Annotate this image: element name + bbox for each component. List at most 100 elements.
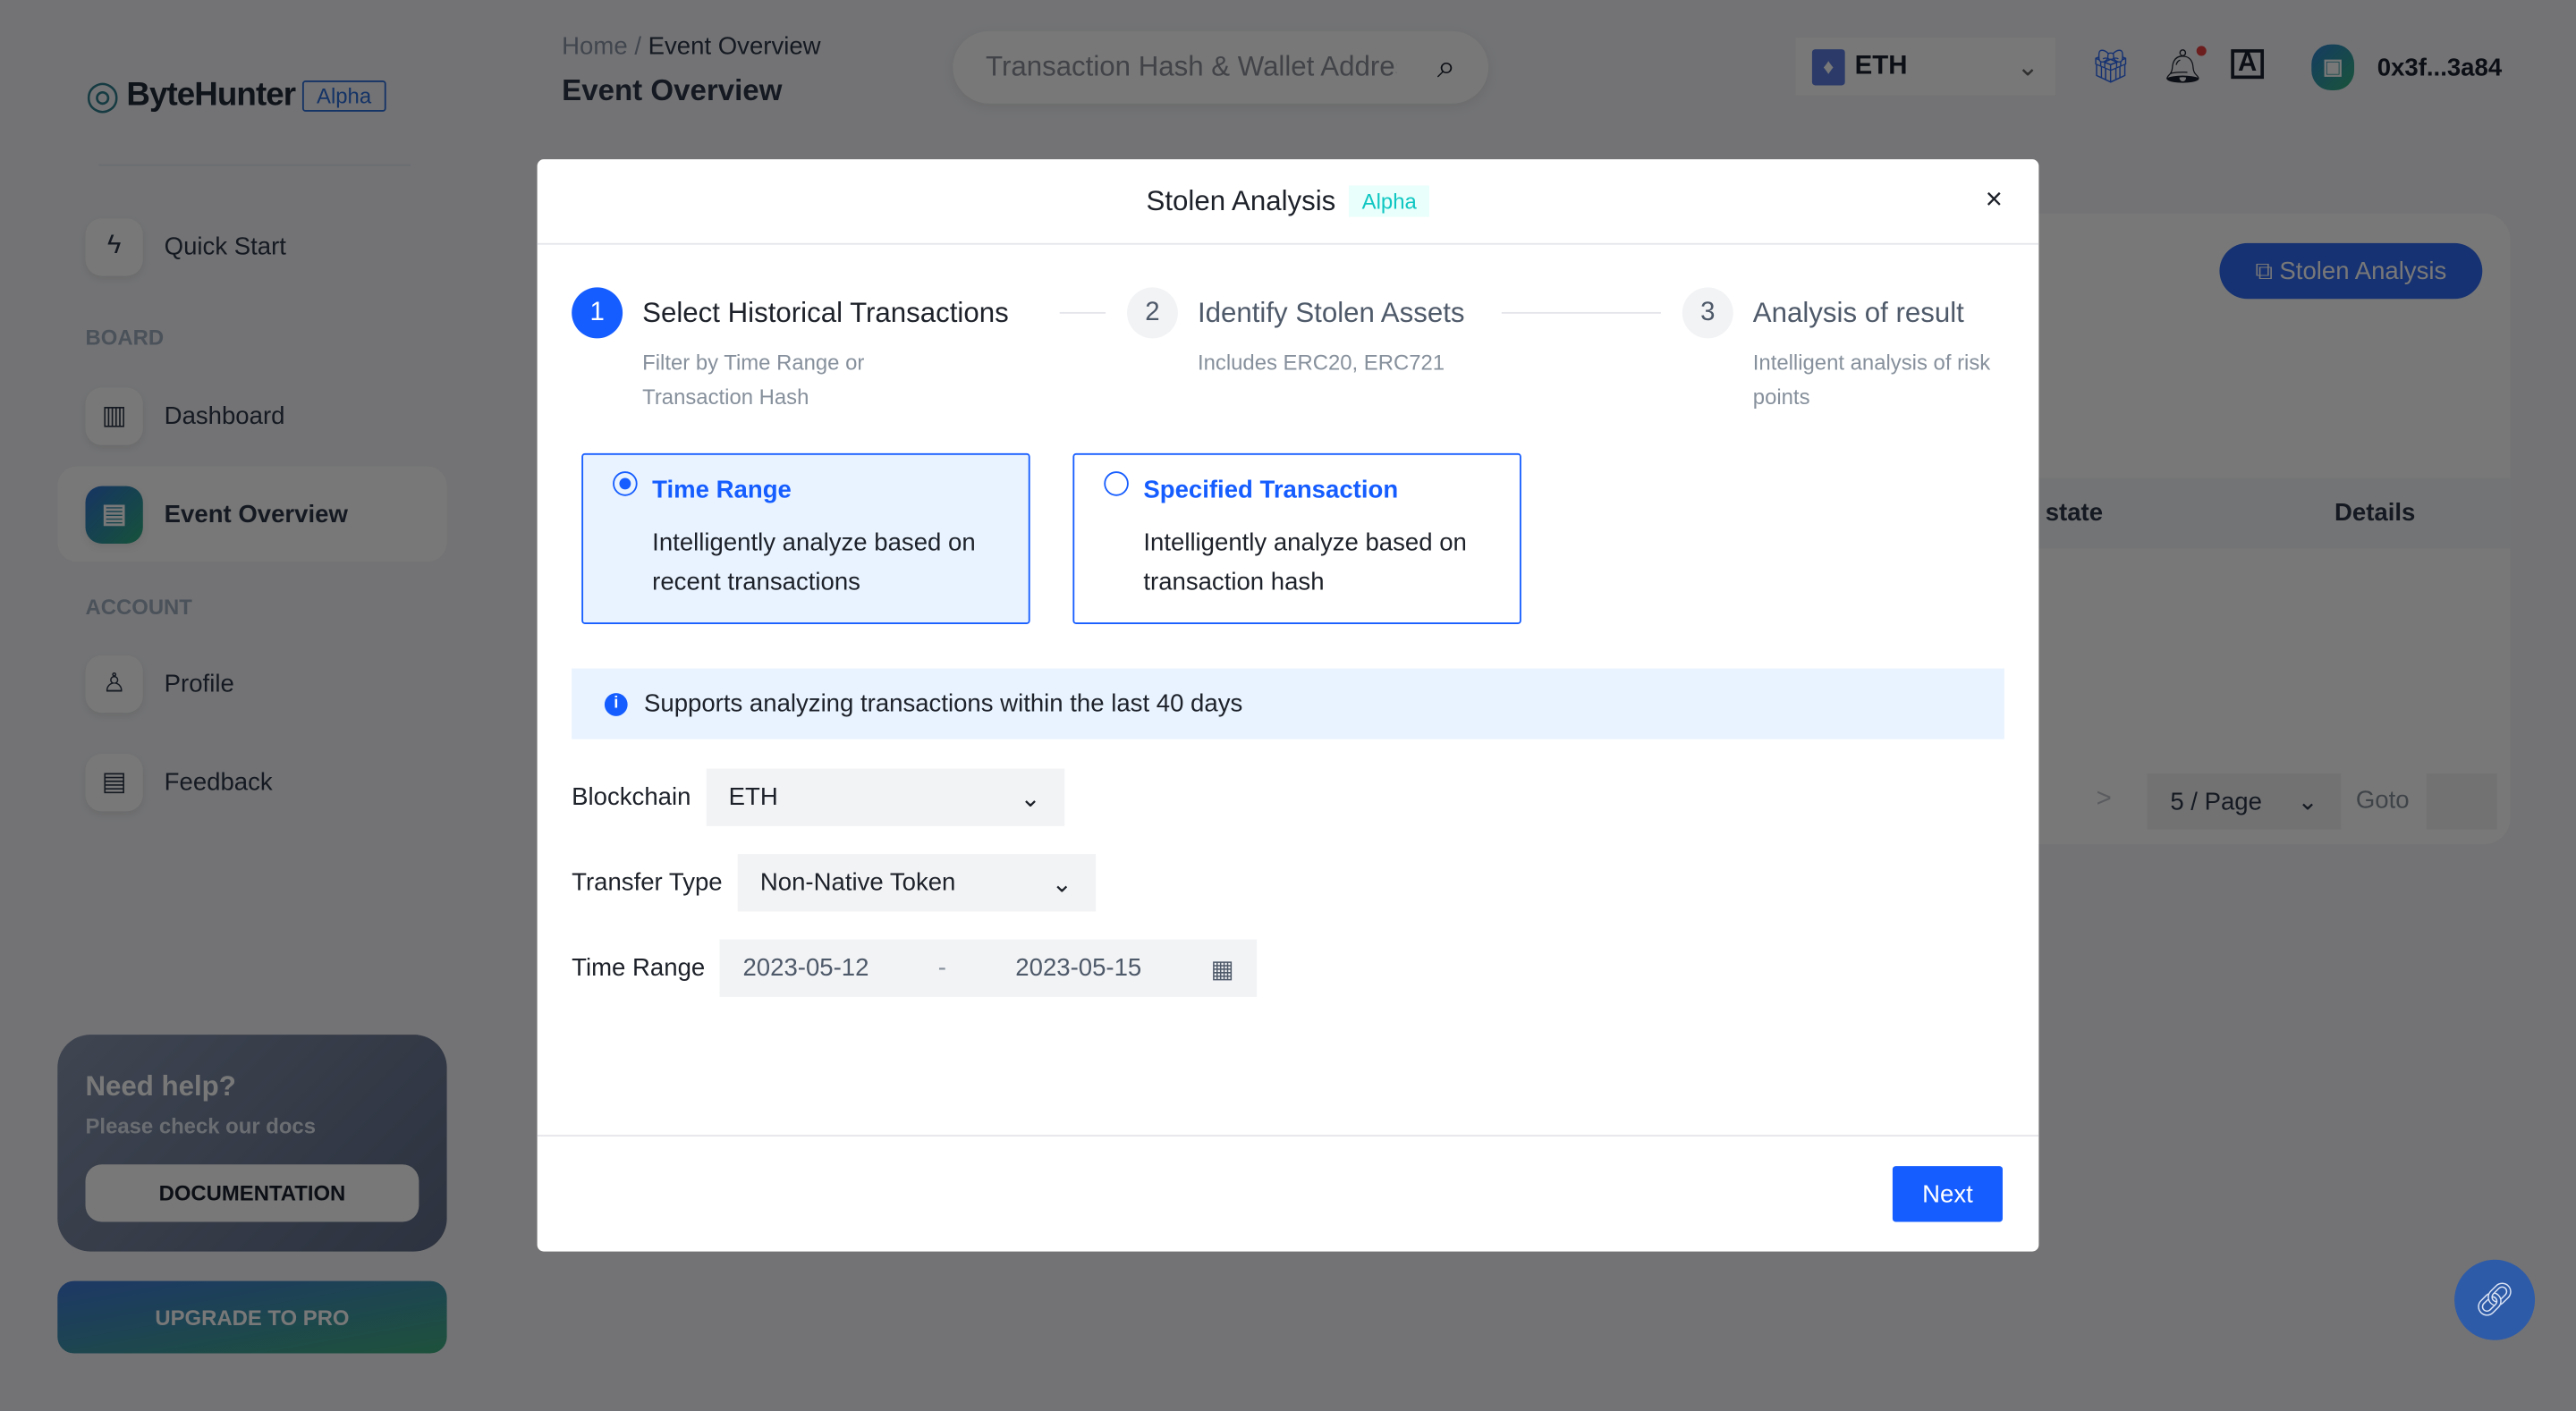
sidebar-item-event-overview[interactable]: ▤ Event Overview [57, 466, 447, 562]
option-time-range[interactable]: Time Range Intelligently analyze based on… [581, 452, 1030, 624]
gift-icon[interactable]: 🎁︎ [2089, 46, 2131, 87]
bell-icon[interactable]: 🔔︎ [2162, 46, 2207, 87]
option-desc: Intelligently analyze based on recent tr… [652, 528, 976, 596]
start-date[interactable]: 2023-05-12 [742, 954, 869, 982]
brand-logo[interactable]: ◎ ByteHunter Alpha [86, 72, 386, 120]
section-board: BOARD [85, 325, 165, 351]
option-title: Specified Transaction [1143, 476, 1399, 504]
upgrade-button[interactable]: UPGRADE TO PRO [57, 1280, 447, 1354]
step-desc: Filter by Time Range or Transaction Hash [642, 350, 865, 410]
alpha-badge: Alpha [1348, 185, 1430, 217]
chain-select[interactable]: ♦ ETH ⌄ [1795, 38, 2055, 96]
wallet-address: 0x3f...3a84 [2377, 53, 2503, 81]
step-3: 3 Analysis of result Intelligent analysis … [1682, 287, 1999, 413]
table-header: state Details [1971, 477, 2511, 549]
transfer-type-select[interactable]: Non-Native Token ⌄ [737, 854, 1096, 912]
button-label: Stolen Analysis [2279, 257, 2447, 285]
logo-icon: ◎ [85, 73, 120, 119]
blockchain-value: ETH [728, 783, 778, 812]
feedback-icon: ▤ [85, 753, 143, 811]
goto-input[interactable] [2426, 773, 2497, 830]
transfer-type-value: Non-Native Token [759, 868, 956, 897]
help-card: Need help? Please check our docs DOCUMEN… [57, 1035, 447, 1252]
page-size-select[interactable]: 5 / Page ⌄ [2147, 773, 2342, 830]
option-desc: Intelligently analyze based on transacti… [1143, 528, 1467, 596]
breadcrumb: Home / Event Overview [562, 33, 820, 61]
step-desc: Includes ERC20, ERC721 [1197, 350, 1445, 375]
help-title: Need help? [85, 1070, 236, 1103]
search-doc-icon: ⧉ [2255, 257, 2274, 285]
time-range-label: Time Range [572, 954, 706, 983]
modal-title: Stolen Analysis [1146, 184, 1336, 216]
bar-chart-icon: ▥ [85, 386, 143, 444]
time-range-row: Time Range 2023-05-12 - 2023-05-15 ▦ [572, 939, 1258, 997]
step-title: Identify Stolen Assets [1197, 297, 1465, 329]
page-title: Event Overview [562, 73, 783, 107]
lightning-icon: ϟ [85, 217, 143, 275]
documentation-button[interactable]: DOCUMENTATION [85, 1164, 419, 1222]
step-number: 3 [1682, 287, 1733, 339]
end-date[interactable]: 2023-05-15 [1015, 954, 1141, 982]
next-page-icon[interactable]: > [2097, 785, 2112, 815]
info-icon: i [604, 692, 628, 715]
step-number: 1 [572, 287, 623, 339]
radio-unselected[interactable] [1104, 471, 1129, 496]
page-size-value: 5 / Page [2170, 787, 2262, 815]
step-connector [1059, 311, 1106, 314]
sidebar-item-quick-start[interactable]: ϟ Quick Start [57, 199, 446, 294]
alpha-badge: Alpha [301, 80, 386, 112]
search-input[interactable]: Transaction Hash & Wallet Address ⌕ [953, 30, 1489, 104]
sidebar-item-dashboard[interactable]: ▥ Dashboard [57, 368, 446, 463]
step-connector [1501, 311, 1661, 314]
step-title: Analysis of result [1752, 297, 1964, 329]
calendar-icon[interactable]: ▦ [1211, 953, 1234, 983]
search-placeholder: Transaction Hash & Wallet Address [986, 50, 1397, 82]
sidebar-item-profile[interactable]: ♙ Profile [57, 636, 446, 731]
radio-selected[interactable] [613, 471, 638, 496]
eth-icon: ♦ [1811, 48, 1845, 85]
step-desc: Intelligent analysis of risk points [1752, 350, 1991, 410]
step-title: Select Historical Transactions [642, 297, 1009, 329]
info-text: Supports analyzing transactions within t… [643, 689, 1243, 718]
chevron-down-icon: ⌄ [1051, 869, 1072, 898]
step-2: 2 Identify Stolen Assets Includes ERC20, E… [1126, 287, 1465, 379]
blockchain-label: Blockchain [572, 783, 691, 812]
date-range-picker[interactable]: 2023-05-12 - 2023-05-15 ▦ [719, 939, 1258, 997]
sidebar-item-feedback[interactable]: ▤ Feedback [57, 734, 446, 830]
user-icon: ♙ [85, 654, 143, 713]
link-icon[interactable]: 🔗︎ [2454, 1259, 2536, 1340]
wallet-icon: ▣ [2311, 44, 2355, 91]
chevron-down-icon: ⌄ [2297, 788, 2318, 816]
search-icon[interactable]: ⌕ [1437, 48, 1456, 86]
divider [98, 164, 411, 166]
transfer-type-label: Transfer Type [572, 868, 723, 897]
nav-label: Event Overview [164, 500, 348, 528]
blockchain-row: Blockchain ETH ⌄ [572, 768, 1064, 826]
next-button[interactable]: Next [1892, 1166, 2003, 1222]
info-alert: i Supports analyzing transactions within … [572, 668, 2004, 739]
brand-name: ByteHunter [126, 77, 296, 114]
close-icon[interactable]: × [1986, 182, 2003, 217]
nav-label: Profile [164, 669, 234, 697]
section-account: ACCOUNT [85, 594, 192, 620]
breadcrumb-home[interactable]: Home [562, 33, 627, 61]
nav-label: Feedback [164, 767, 273, 796]
blockchain-select[interactable]: ETH ⌄ [705, 768, 1064, 826]
modal-footer-divider [537, 1135, 2039, 1137]
wallet-button[interactable]: ▣ 0x3f...3a84 [2311, 44, 2503, 91]
option-specified-transaction[interactable]: Specified Transaction Intelligently analy… [1072, 452, 1521, 624]
stolen-analysis-modal: Stolen Analysis Alpha × 1 Select Historic… [537, 159, 2039, 1252]
goto-label: Goto [2355, 786, 2410, 815]
nav-label: Dashboard [164, 401, 285, 430]
transfer-type-row: Transfer Type Non-Native Token ⌄ [572, 854, 1096, 912]
step-number: 2 [1126, 287, 1178, 339]
stolen-analysis-button[interactable]: ⧉ Stolen Analysis [2219, 242, 2483, 300]
date-separator: - [937, 954, 946, 983]
option-title: Time Range [652, 476, 792, 504]
chevron-down-icon: ⌄ [2016, 53, 2039, 81]
modal-header: Stolen Analysis Alpha × [537, 159, 2039, 245]
translate-icon[interactable]: A [2231, 49, 2265, 80]
column-details: Details [2334, 499, 2416, 528]
event-icon: ▤ [85, 485, 143, 544]
breadcrumb-current: Event Overview [648, 32, 821, 61]
